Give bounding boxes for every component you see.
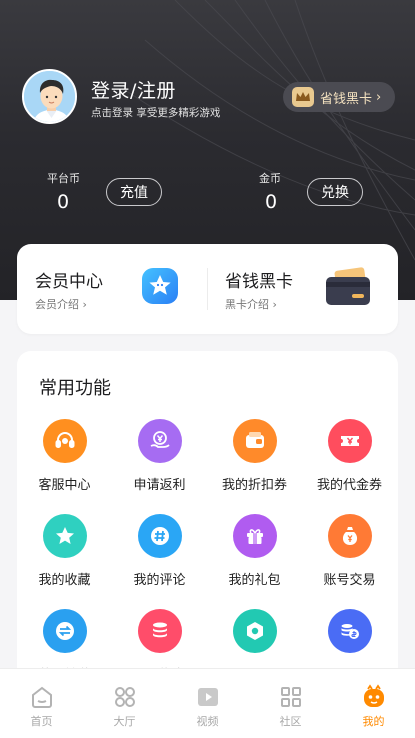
tab-home[interactable]: 首页	[0, 669, 83, 738]
login-subtitle: 点击登录 享受更多精彩游戏	[91, 107, 221, 119]
community-grid-icon	[280, 687, 301, 707]
tab-label: 视频	[196, 715, 219, 728]
func-label: 我的折扣券	[221, 478, 287, 493]
database-icon	[137, 609, 182, 653]
platform-coin-label: 平台币	[47, 172, 80, 185]
member-star-icon[interactable]	[140, 266, 180, 310]
tab-lobby[interactable]: 大厅	[83, 669, 166, 738]
star-icon	[42, 514, 87, 558]
func-label: 客服中心	[38, 478, 91, 493]
recharge-button[interactable]: 充值	[106, 178, 162, 206]
exchange-button[interactable]: 兑换	[307, 178, 363, 206]
video-icon	[197, 688, 218, 706]
login-register-link[interactable]: 登录/注册	[91, 76, 176, 103]
black-card-button[interactable]: 省钱黑卡 ›	[283, 82, 395, 112]
favorites-item[interactable]: 我的收藏	[17, 514, 112, 588]
avatar[interactable]	[22, 69, 77, 124]
section-title: 常用功能	[39, 378, 111, 399]
black-card-label: 省钱黑卡	[320, 91, 373, 107]
card-divider	[207, 268, 208, 310]
yen-hand-icon	[137, 419, 182, 463]
func-label: 申请返利	[133, 478, 186, 493]
gold-coin-label: 金币	[259, 172, 281, 185]
headset-icon	[42, 419, 87, 463]
mascot-icon	[363, 684, 384, 707]
my-comments-item[interactable]: 我的评论	[112, 514, 207, 588]
wallet-card-icon[interactable]	[323, 265, 373, 313]
black-card-intro-link[interactable]: 黑卡介绍 ›	[225, 296, 277, 312]
tab-label: 大厅	[113, 715, 136, 728]
func-label: 我的代金券	[316, 478, 382, 493]
tab-label: 我的	[362, 715, 385, 728]
common-functions-card: 常用功能 客服中心 申请返利 我的折扣券 我的代金券 我的收藏 我的评论 我的礼…	[17, 351, 398, 691]
member-card: 会员中心 会员介绍 › 省钱黑卡 黑卡介绍 ›	[17, 244, 398, 334]
platform-coin-value: 0	[57, 191, 70, 213]
chevron-right-icon: ›	[376, 89, 382, 105]
discount-coupon-item[interactable]: 我的折扣券	[207, 419, 302, 493]
tab-community[interactable]: 社区	[249, 669, 332, 738]
circles-grid-icon	[114, 687, 135, 707]
hexagon-icon	[232, 609, 277, 653]
member-center-title[interactable]: 会员中心	[35, 267, 103, 292]
func-label: 账号交易	[323, 573, 376, 588]
wallet-icon	[232, 419, 277, 463]
apply-rebate-item[interactable]: 申请返利	[112, 419, 207, 493]
account-trade-item[interactable]: 账号交易	[302, 514, 397, 588]
gift-icon	[232, 514, 277, 558]
tab-label: 首页	[30, 715, 53, 728]
home-icon	[31, 686, 52, 708]
voucher-item[interactable]: 我的代金券	[302, 419, 397, 493]
func-label: 我的收藏	[38, 573, 91, 588]
transfer-icon	[42, 609, 87, 653]
crown-icon	[292, 87, 314, 107]
my-gift-item[interactable]: 我的礼包	[207, 514, 302, 588]
bottom-tab-bar: 首页 大厅 视频 社区 我的	[0, 668, 415, 738]
member-intro-link[interactable]: 会员介绍 ›	[35, 296, 87, 312]
voucher-icon	[327, 419, 372, 463]
coins-icon	[327, 609, 372, 653]
hashtag-icon	[137, 514, 182, 558]
tab-label: 社区	[279, 715, 302, 728]
black-card-title[interactable]: 省钱黑卡	[225, 267, 293, 292]
customer-service-item[interactable]: 客服中心	[17, 419, 112, 493]
func-label: 我的礼包	[228, 573, 281, 588]
tab-mine[interactable]: 我的	[332, 669, 415, 738]
func-label: 我的评论	[133, 573, 186, 588]
gold-coin-value: 0	[265, 191, 278, 213]
money-bag-icon	[327, 514, 372, 558]
tab-video[interactable]: 视频	[166, 669, 249, 738]
